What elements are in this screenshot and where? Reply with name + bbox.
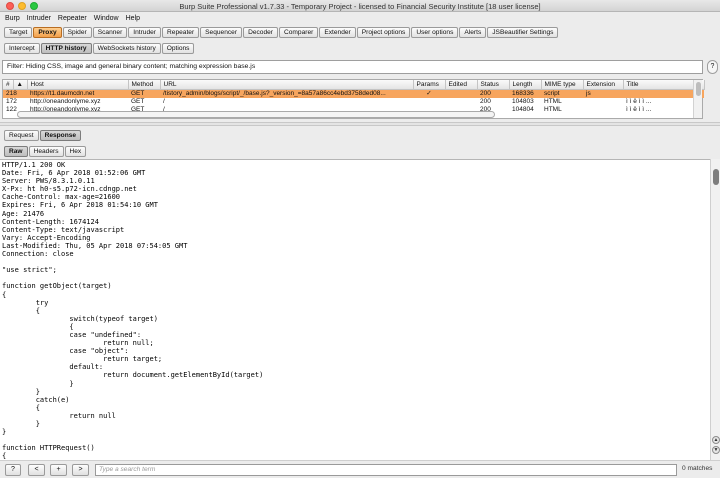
menu-burp[interactable]: Burp [5,15,20,22]
cell-length: 104804 [512,105,534,113]
tab-scanner[interactable]: Scanner [92,27,128,38]
tab-websockets-history[interactable]: WebSockets history [92,43,161,54]
cell-number: 172 [6,97,17,105]
cell-extension [583,106,623,114]
table-row[interactable]: 172 http://oneandonlyme.xyz GET / 200 10… [3,98,704,106]
search-help-button[interactable]: ? [5,464,21,476]
scroll-down-icon[interactable]: ▼ [712,446,720,454]
menu-intruder[interactable]: Intruder [27,15,51,22]
tab-repeater[interactable]: Repeater [162,27,200,38]
tab-request[interactable]: Request [4,130,39,141]
tab-comparer[interactable]: Comparer [279,27,319,38]
column-header-number[interactable]: # [3,80,14,90]
cell-status: 200 [477,89,509,98]
http-history-table: # ▲ Host Method URL Params Edited Status… [2,79,705,119]
table-horizontal-scrollbar[interactable] [17,111,495,118]
cell-edited [445,98,477,106]
add-search-button[interactable]: + [50,464,67,476]
cell-url: / [163,97,165,105]
column-header-extension[interactable]: Extension [583,80,624,90]
editor-vertical-scrollbar[interactable]: ▲ ▼ [710,159,720,460]
main-tab-bar: Target Proxy Spider Scanner Intruder Rep… [4,27,559,38]
tab-intercept[interactable]: Intercept [4,43,40,54]
cell-extension [583,98,623,106]
cell-title [623,89,704,98]
sort-up-icon[interactable]: ▲ [13,80,28,90]
table-row[interactable]: 218 https://t1.daumcdn.net GET /tistory_… [3,89,704,98]
cell-status: 200 [480,97,491,105]
title-bar: Burp Suite Professional v1.7.33 - Tempor… [0,0,720,12]
next-match-button[interactable]: > [72,464,89,476]
cell-method: GET [128,89,160,98]
split-divider[interactable] [0,122,720,126]
tab-headers[interactable]: Headers [28,146,64,157]
tab-sequencer[interactable]: Sequencer [200,27,243,38]
tab-response[interactable]: Response [39,130,82,141]
cell-host: http://oneandonlyme.xyz [30,97,101,105]
message-tab-bar: Request Response [4,130,82,141]
column-header-params[interactable]: Params [413,80,446,90]
tab-jsbeautifier-settings[interactable]: JSBeautifier Settings [487,27,559,38]
table-header-row: # ▲ Host Method URL Params Edited Status… [3,80,705,90]
cell-length: 168336 [509,89,541,98]
tab-raw[interactable]: Raw [4,146,28,157]
proxy-tab-bar: Intercept HTTP history WebSockets histor… [4,43,195,54]
tab-extender[interactable]: Extender [319,27,356,38]
column-header-title[interactable]: Title [623,80,705,90]
cell-mime: script [541,89,583,98]
help-icon[interactable]: ? [707,60,718,74]
menu-repeater[interactable]: Repeater [58,15,87,22]
tab-proxy-options[interactable]: Options [161,43,195,54]
cell-length: 104803 [512,97,534,105]
search-input[interactable]: Type a search term [95,464,677,476]
menu-help[interactable]: Help [126,15,140,22]
cell-extension: js [583,89,623,98]
tab-project-options[interactable]: Project options [356,27,411,38]
cell-params [413,98,445,106]
tab-alerts[interactable]: Alerts [459,27,487,38]
column-header-length[interactable]: Length [509,80,542,90]
cell-host: https://t1.daumcdn.net [27,89,128,98]
cell-url: /tistory_admin/blogs/script/_/base.js?_v… [160,89,413,98]
response-editor[interactable]: HTTP/1.1 200 OK Date: Fri, 6 Apr 2018 01… [0,159,710,460]
column-header-edited[interactable]: Edited [445,80,478,90]
previous-match-button[interactable]: < [28,464,45,476]
column-header-url[interactable]: URL [160,80,414,90]
column-header-method[interactable]: Method [128,80,161,90]
filter-bar[interactable]: Filter: Hiding CSS, image and general bi… [2,60,703,74]
table-vertical-scrollbar[interactable] [693,80,702,118]
scroll-up-icon[interactable]: ▲ [712,436,720,444]
column-header-mime-type[interactable]: MIME type [541,80,584,90]
tab-decoder[interactable]: Decoder [243,27,278,38]
tab-spider[interactable]: Spider [62,27,92,38]
cell-title: ì ì ë ì ì ... [626,105,652,113]
column-header-host[interactable]: Host [27,80,129,90]
search-bar: ? < + > Type a search term 0 matches [0,460,720,478]
cell-params-check-icon: ✓ [413,89,445,98]
cell-title: ì ì ë ì ì ... [626,97,652,105]
window-title: Burp Suite Professional v1.7.33 - Tempor… [179,2,541,11]
match-count: 0 matches [682,465,713,472]
scroll-thumb[interactable] [713,169,719,185]
cell-method: GET [131,97,145,105]
cell-edited [445,89,477,98]
tab-intruder[interactable]: Intruder [128,27,162,38]
view-tab-bar: Raw Headers Hex [4,146,87,157]
cell-mime: HTML [544,105,562,113]
response-body[interactable]: HTTP/1.1 200 OK Date: Fri, 6 Apr 2018 01… [0,160,710,460]
tab-proxy[interactable]: Proxy [33,27,62,38]
menu-window[interactable]: Window [94,15,119,22]
tab-hex[interactable]: Hex [64,146,87,157]
tab-http-history[interactable]: HTTP history [40,43,92,54]
scroll-thumb[interactable] [696,82,701,96]
cell-mime: HTML [544,97,562,105]
tab-target[interactable]: Target [4,27,33,38]
column-header-status[interactable]: Status [477,80,510,90]
cell-number: 218 [3,89,27,98]
menu-bar: Burp Intruder Repeater Window Help [0,12,720,24]
tab-user-options[interactable]: User options [411,27,459,38]
